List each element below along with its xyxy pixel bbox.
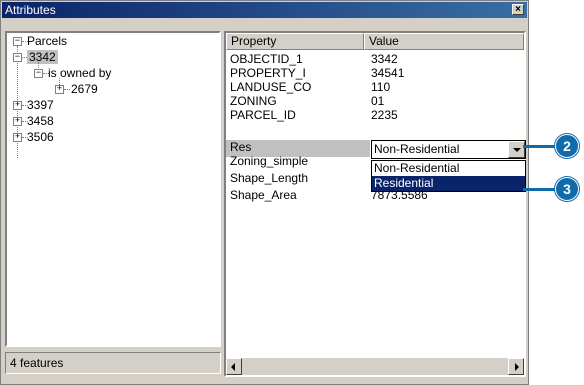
option-residential[interactable]: Residential [372,176,525,191]
scroll-right-icon[interactable] [508,358,524,375]
expand-icon[interactable]: + [13,133,22,142]
tree-line [64,89,70,90]
property-cell: OBJECTID_1 [230,52,303,66]
callout-leader-2 [523,145,557,148]
option-non-residential[interactable]: Non-Residential [372,161,525,176]
collapse-icon[interactable]: − [34,69,43,78]
expand-icon[interactable]: + [55,85,64,94]
callout-2: 2 [555,134,579,158]
tree-node-2679[interactable]: 2679 [71,81,98,97]
expand-icon[interactable]: + [13,117,22,126]
attributes-window: Attributes × − Parcels − 3342 − is owned… [0,0,529,385]
value-cell[interactable]: 34541 [371,66,404,81]
tree-node-label: 3342 [27,50,58,64]
tree-node-3397[interactable]: 3397 [27,97,54,113]
scroll-left-icon[interactable] [226,358,242,375]
res-dropdown-list[interactable]: Non-Residential Residential [371,160,526,192]
callout-3: 3 [555,177,579,201]
property-cell: Shape_Area [230,188,297,202]
value-cell[interactable]: 01 [371,94,384,109]
tree-node-3342[interactable]: 3342 [27,49,58,65]
tree-node-3506[interactable]: 3506 [27,129,54,145]
status-bar: 4 features [5,352,221,374]
feature-tree[interactable]: − Parcels − 3342 − is owned by + 2679 + … [5,31,221,347]
property-cell: PARCEL_ID [230,108,296,122]
collapse-icon[interactable]: − [13,37,22,46]
res-value-combobox[interactable]: Non-Residential [371,140,526,159]
tree-relation-is-owned-by[interactable]: is owned by [48,65,111,81]
property-cell: Zoning_simple [230,154,309,168]
value-cell[interactable]: 2235 [371,108,398,123]
dropdown-arrow-icon[interactable] [508,141,525,158]
value-cell[interactable]: 110 [371,80,390,95]
combobox-value: Non-Residential [374,142,460,156]
close-button[interactable]: × [512,4,524,15]
property-cell: PROPERTY_I [230,66,306,80]
window-title: Attributes [5,3,56,17]
collapse-icon[interactable]: − [13,53,22,62]
property-cell: LANDUSE_CO [230,80,312,94]
feature-count: 4 features [10,356,64,370]
expand-icon[interactable]: + [13,101,22,110]
horizontal-scrollbar[interactable] [226,358,524,375]
title-bar[interactable]: Attributes × [2,2,527,18]
tree-node-3458[interactable]: 3458 [27,113,54,129]
value-cell[interactable]: 3342 [371,52,398,67]
tree-root-parcels[interactable]: Parcels [27,33,67,49]
attribute-grid[interactable]: Property Value OBJECTID_1 3342 PROPERTY_… [224,31,526,377]
close-icon: × [515,4,521,15]
property-cell: ZONING [230,94,277,108]
property-cell: Shape_Length [230,171,309,185]
column-header-property[interactable]: Property [226,33,364,50]
column-header-value[interactable]: Value [364,33,524,50]
callout-leader-3 [523,188,557,191]
